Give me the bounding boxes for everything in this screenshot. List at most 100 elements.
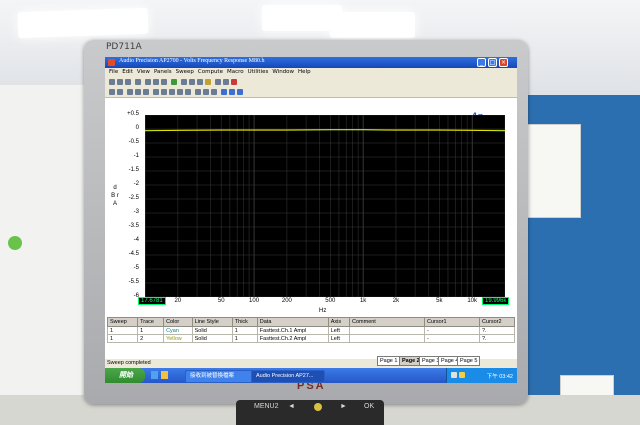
panel-icon[interactable]: [153, 89, 159, 95]
table-cell[interactable]: Solid: [191, 334, 233, 343]
table-cell[interactable]: Fasttest.Ch.1 Ampl: [256, 326, 329, 335]
column-header: Comment: [349, 317, 425, 327]
panel-icon[interactable]: [135, 89, 141, 95]
minimize-button[interactable]: _: [477, 58, 486, 67]
panel-icon[interactable]: [177, 89, 183, 95]
table-cell[interactable]: Cyan: [163, 326, 193, 335]
close-button[interactable]: ×: [499, 58, 508, 67]
graph-icon[interactable]: [223, 79, 229, 85]
menu-help[interactable]: Help: [298, 69, 311, 75]
menu-utilities[interactable]: Utilities: [248, 69, 269, 75]
maximize-button[interactable]: □: [488, 58, 497, 67]
table-cell[interactable]: 1: [231, 334, 258, 343]
menu-compute[interactable]: Compute: [198, 69, 223, 75]
network-icon[interactable]: [451, 372, 457, 378]
panel-icon[interactable]: [117, 89, 123, 95]
table-cell[interactable]: -: [424, 326, 480, 335]
ok-button[interactable]: OK: [364, 403, 374, 410]
save-icon[interactable]: [125, 79, 131, 85]
page-tab-5[interactable]: Page 5: [457, 356, 481, 366]
table-cell[interactable]: [349, 326, 425, 335]
print-icon[interactable]: [135, 79, 141, 85]
menu-edit[interactable]: Edit: [122, 69, 133, 75]
volume-icon[interactable]: [459, 372, 465, 378]
go-icon[interactable]: [171, 79, 177, 85]
table-cell[interactable]: -: [424, 334, 480, 343]
table-cell[interactable]: [349, 334, 425, 343]
panel-icon[interactable]: [211, 89, 217, 95]
left-button[interactable]: ◄: [288, 403, 295, 410]
y-tick-label: -0.5: [128, 139, 139, 145]
menu-file[interactable]: File: [109, 69, 118, 75]
table-cell[interactable]: ?.: [479, 326, 515, 335]
panel-icon[interactable]: [221, 89, 227, 95]
y-tick-label: -4.5: [128, 251, 139, 257]
paste-icon[interactable]: [161, 79, 167, 85]
panel-icon[interactable]: [109, 89, 115, 95]
power-icon[interactable]: [314, 403, 322, 411]
panel-icon[interactable]: [195, 89, 201, 95]
menu-button[interactable]: MENU2: [254, 403, 279, 410]
table-row[interactable]: 1 1 Cyan Solid 1 Fasttest.Ch.1 Ampl Left…: [106, 326, 515, 335]
panel-icon[interactable]: [237, 89, 243, 95]
column-header: Line Style: [191, 317, 233, 327]
table-cell[interactable]: Solid: [191, 326, 233, 335]
open-icon[interactable]: [117, 79, 123, 85]
table-cell[interactable]: 1: [231, 326, 258, 335]
table-row[interactable]: 1 2 Yellow Solid 1 Fasttest.Ch.2 Ampl Le…: [106, 334, 515, 343]
monitor-control-strip: MENU2 ◄ ► OK: [236, 400, 384, 425]
table-cell[interactable]: Yellow: [163, 334, 193, 343]
table-cell[interactable]: ?.: [479, 334, 515, 343]
menu-sweep[interactable]: Sweep: [176, 69, 194, 75]
y-tick-label: -1: [133, 153, 139, 159]
menu-view[interactable]: View: [137, 69, 150, 75]
ceiling-light: [330, 12, 415, 38]
table-cell[interactable]: Left: [327, 334, 351, 343]
cursor-right-readout[interactable]: 19.996k: [482, 297, 510, 305]
y-tick-label: -1.5: [128, 167, 139, 173]
screen: Audio Precision AP2700 - Volts Frequency…: [105, 57, 517, 383]
panel-icon[interactable]: [143, 89, 149, 95]
stop-icon[interactable]: [231, 79, 237, 85]
panel-icon[interactable]: [169, 89, 175, 95]
menu-macro[interactable]: Macro: [227, 69, 244, 75]
panel-icon[interactable]: [203, 89, 209, 95]
new-icon[interactable]: [109, 79, 115, 85]
panel-icon[interactable]: [185, 89, 191, 95]
panel-icon[interactable]: [189, 79, 195, 85]
menu-panels[interactable]: Panels: [154, 69, 172, 75]
windows-taskbar: 開始 接收到被替換檔案 Audio Precision AP27... 下午 0…: [105, 368, 517, 383]
right-button[interactable]: ►: [340, 403, 347, 410]
copy-icon[interactable]: [153, 79, 159, 85]
table-cell[interactable]: 1: [106, 334, 139, 343]
page-tab-1[interactable]: Page 1: [377, 356, 401, 366]
x-tick-label: 100: [249, 298, 260, 304]
table-cell[interactable]: Left: [327, 326, 351, 335]
folder-icon[interactable]: [161, 371, 168, 379]
panel-icon[interactable]: [161, 89, 167, 95]
sweep-icon[interactable]: [205, 79, 211, 85]
ie-icon[interactable]: [151, 371, 158, 379]
cursor-left-readout[interactable]: 17.6781: [138, 297, 166, 305]
panel-icon[interactable]: [229, 89, 235, 95]
table-cell[interactable]: 1: [137, 326, 165, 335]
table-cell[interactable]: 2: [137, 334, 165, 343]
menu-window[interactable]: Window: [272, 69, 294, 75]
toolbar-panels: [105, 87, 517, 98]
column-header: Color: [163, 317, 193, 327]
y-tick-label: -2: [133, 181, 139, 187]
table-cell[interactable]: Fasttest.Ch.2 Ampl: [256, 334, 329, 343]
taskbar-item-explorer[interactable]: 接收到被替換檔案: [185, 370, 257, 383]
start-button[interactable]: 開始: [105, 368, 145, 383]
x-tick-label: 10k: [467, 298, 477, 304]
panel-icon[interactable]: [197, 79, 203, 85]
frequency-response-chart[interactable]: [145, 115, 505, 297]
graph-icon[interactable]: [215, 79, 221, 85]
panel-icon[interactable]: [127, 89, 133, 95]
table-cell[interactable]: 1: [106, 326, 139, 335]
cut-icon[interactable]: [145, 79, 151, 85]
y-tick-label: -3.5: [128, 223, 139, 229]
status-text: Sweep completed: [107, 360, 151, 366]
panel-icon[interactable]: [181, 79, 187, 85]
taskbar-item-ap2700[interactable]: Audio Precision AP27...: [251, 370, 325, 383]
